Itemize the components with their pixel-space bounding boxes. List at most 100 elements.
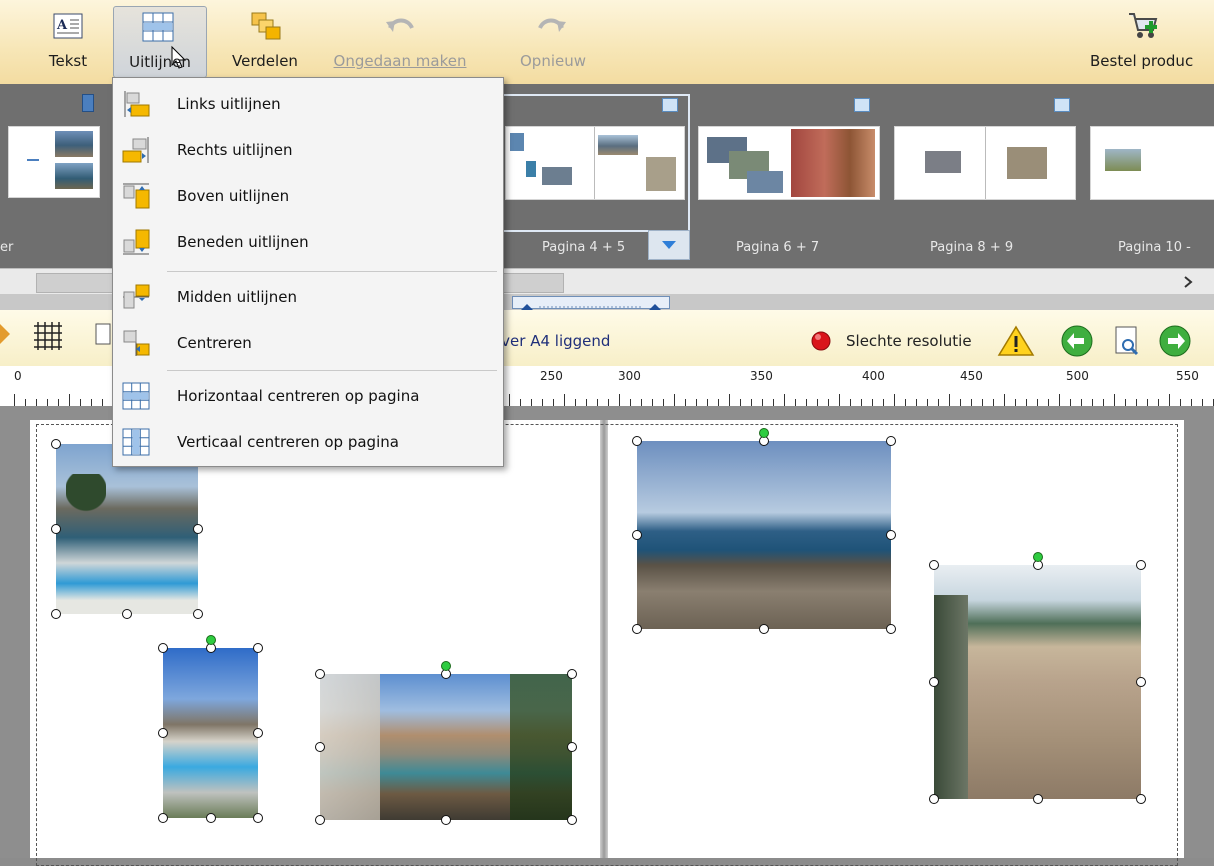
previous-page-icon[interactable] — [1060, 324, 1094, 358]
resize-handle[interactable] — [886, 436, 896, 446]
photo-coast-beach[interactable] — [637, 441, 891, 629]
resize-handle[interactable] — [51, 609, 61, 619]
ruler-tick — [872, 399, 873, 406]
resize-handle[interactable] — [51, 439, 61, 449]
menu-item-center-vertical-page[interactable]: Verticaal centreren op pagina — [113, 421, 503, 465]
distribute-button[interactable]: Verdelen — [222, 6, 308, 76]
text-icon: A — [53, 13, 83, 39]
resize-handle[interactable] — [158, 728, 168, 738]
resize-handle[interactable] — [929, 794, 939, 804]
resize-handle[interactable] — [158, 643, 168, 653]
rotate-handle[interactable] — [205, 635, 216, 645]
ruler-tick — [784, 394, 785, 406]
ruler-tick — [575, 399, 576, 406]
resize-handle[interactable] — [315, 669, 325, 679]
page-thumbnail-6-7[interactable] — [698, 126, 880, 200]
rotate-handle[interactable] — [1032, 552, 1043, 562]
resize-handle[interactable] — [205, 813, 216, 823]
photo-palms-pool[interactable] — [56, 444, 198, 614]
resize-handle[interactable] — [1136, 794, 1146, 804]
text-button[interactable]: A Tekst — [40, 6, 96, 76]
prev-arrow-icon[interactable] — [0, 320, 12, 348]
menu-item-label: Boven uitlijnen — [177, 187, 290, 205]
resize-handle[interactable] — [193, 609, 203, 619]
photo-balcony-view[interactable] — [320, 674, 572, 820]
splitter-grip[interactable] — [512, 296, 670, 310]
ruler-tick — [663, 399, 664, 406]
next-page-icon[interactable] — [1158, 324, 1192, 358]
ruler-tick — [916, 399, 917, 406]
photo-pool-resort[interactable] — [163, 648, 258, 818]
resize-handle[interactable] — [193, 524, 203, 534]
ruler-tick — [14, 394, 15, 406]
page-thumbnail[interactable] — [8, 126, 100, 198]
photo-terrace-sea[interactable] — [934, 565, 1141, 799]
ruler-tick — [91, 399, 92, 406]
resize-handle[interactable] — [315, 742, 325, 752]
ruler-tick — [740, 399, 741, 406]
undo-button[interactable]: Ongedaan maken — [310, 6, 490, 76]
align-button[interactable]: Uitlijnen — [113, 6, 207, 78]
menu-item-align-right[interactable]: Rechts uitlijnen — [113, 129, 503, 173]
design-canvas[interactable] — [0, 406, 1214, 866]
resize-handle[interactable] — [1032, 794, 1043, 804]
warning-icon[interactable] — [996, 324, 1036, 358]
resize-handle[interactable] — [886, 530, 896, 540]
ruler-tick — [696, 399, 697, 406]
resize-handle[interactable] — [567, 815, 577, 825]
menu-item-center[interactable]: Centreren — [113, 322, 503, 366]
resize-handle[interactable] — [253, 643, 263, 653]
redo-button[interactable]: Opnieuw — [510, 6, 596, 76]
resize-handle[interactable] — [929, 560, 939, 570]
resize-handle[interactable] — [1136, 677, 1146, 687]
resize-handle[interactable] — [567, 669, 577, 679]
rotate-handle[interactable] — [759, 428, 769, 438]
resize-handle[interactable] — [632, 436, 642, 446]
menu-item-align-bottom[interactable]: Beneden uitlijnen — [113, 221, 503, 265]
resize-handle[interactable] — [51, 524, 61, 534]
resize-handle[interactable] — [158, 813, 168, 823]
ruler-label: 0 — [14, 369, 22, 383]
ruler-tick — [905, 399, 906, 406]
resize-handle[interactable] — [253, 728, 263, 738]
menu-item-center-horizontal-page[interactable]: Horizontaal centreren op pagina — [113, 375, 503, 419]
ruler-tick — [1202, 399, 1203, 406]
redo-icon — [538, 18, 566, 32]
resize-handle[interactable] — [929, 677, 939, 687]
order-product-button[interactable]: Bestel produc — [1086, 6, 1214, 76]
format-label: over A4 liggend — [492, 332, 611, 350]
page-preview-icon[interactable] — [1112, 324, 1142, 358]
ruler-tick — [1125, 399, 1126, 406]
resize-handle[interactable] — [315, 815, 325, 825]
resize-handle[interactable] — [1136, 560, 1146, 570]
resize-handle[interactable] — [122, 609, 132, 619]
menu-item-align-left[interactable]: Links uitlijnen — [113, 83, 503, 127]
page-label: Pagina 10 - — [1118, 240, 1191, 255]
page-thumbnail-10[interactable] — [1090, 126, 1214, 200]
menu-item-align-middle[interactable]: Midden uitlijnen — [113, 276, 503, 320]
ruler-tick — [1092, 399, 1093, 406]
resize-handle[interactable] — [253, 813, 263, 823]
page-thumbnail-8-9[interactable] — [894, 126, 1076, 200]
ruler-tick — [564, 394, 565, 406]
page-dropdown-button[interactable] — [648, 230, 690, 260]
ruler-tick — [960, 399, 961, 406]
resize-handle[interactable] — [441, 815, 451, 825]
ruler-tick — [597, 399, 598, 406]
page-thumbnail-4-5[interactable] — [505, 126, 685, 200]
resize-handle[interactable] — [886, 624, 896, 634]
ruler-tick — [608, 399, 609, 406]
resize-handle[interactable] — [759, 624, 769, 634]
thumbnail-photo — [791, 129, 875, 197]
distribute-icon — [251, 12, 281, 40]
page-layout-icon[interactable] — [94, 320, 114, 348]
resize-handle[interactable] — [632, 624, 642, 634]
ruler-tick — [894, 394, 895, 406]
thumbnail-photo — [510, 133, 524, 151]
resize-handle[interactable] — [567, 742, 577, 752]
grid-icon[interactable] — [30, 318, 66, 350]
resize-handle[interactable] — [632, 530, 642, 540]
menu-item-align-top[interactable]: Boven uitlijnen — [113, 175, 503, 219]
scroll-right-icon[interactable] — [1180, 274, 1196, 290]
rotate-handle[interactable] — [441, 661, 451, 671]
